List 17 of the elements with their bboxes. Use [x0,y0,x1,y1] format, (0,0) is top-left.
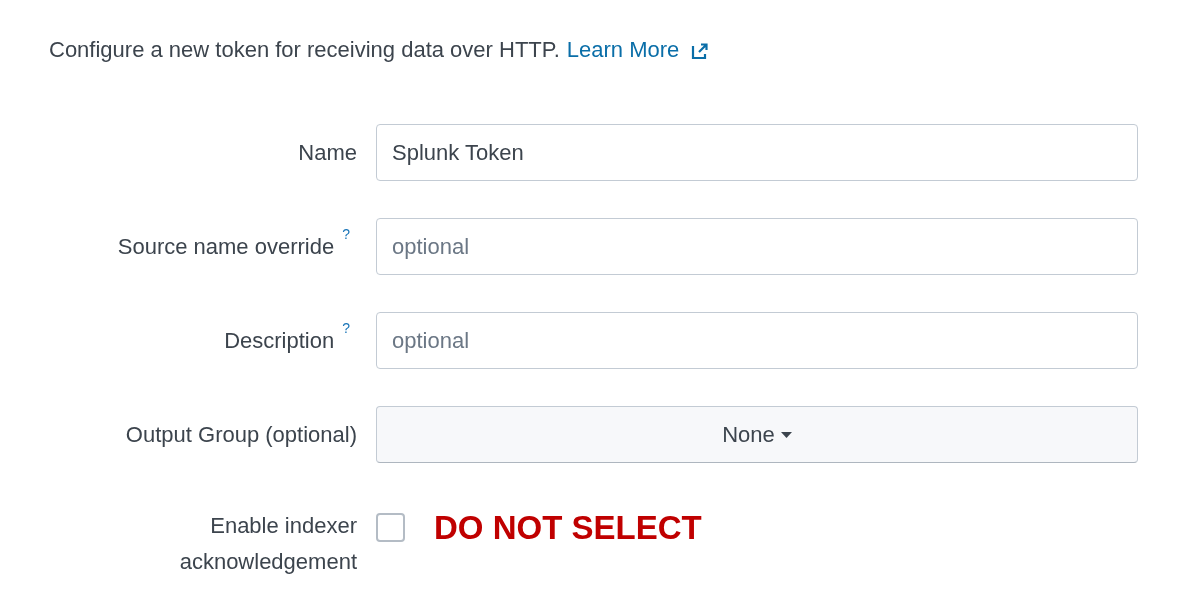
input-field[interactable]: optional [376,312,1138,369]
caret-down-icon [780,431,792,438]
field-label: Description [224,326,335,355]
field-label: Enable indexer acknowledgement [178,512,357,576]
intro-text: Configure a new token for receiving data over HTTP. [49,36,560,64]
external-link-icon [691,41,709,59]
checkbox[interactable] [376,513,405,542]
input-field[interactable]: optional [376,218,1138,275]
field-label: Name [298,138,357,167]
field-label: Source name override [117,232,335,261]
help-link[interactable]: ? [342,321,350,335]
field-label: Output Group (optional) [125,420,357,449]
help-link[interactable]: ? [342,227,350,241]
warning-note: DO NOT SELECT [434,508,702,548]
dropdown-button[interactable]: None [376,406,1138,463]
learn-more-link[interactable]: Learn More [566,36,709,64]
input-field[interactable]: Splunk Token [376,124,1138,181]
